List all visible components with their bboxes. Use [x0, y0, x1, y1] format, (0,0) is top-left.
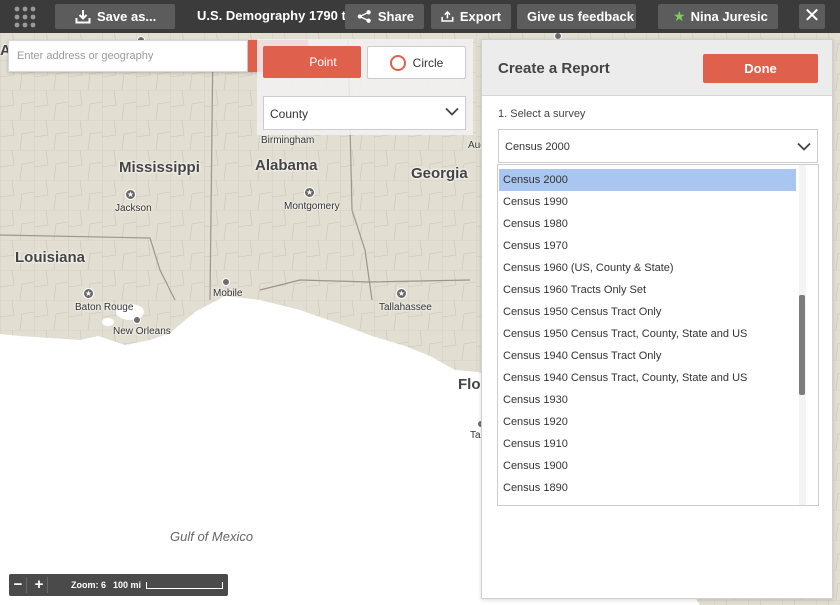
create-report-panel: Create a Report Done 1. Select a survey …: [481, 39, 833, 599]
survey-select-value: Census 2000: [505, 141, 570, 153]
app-title: U.S. Demography 1790 to Present: [197, 8, 347, 23]
capital-star-icon: ★: [83, 288, 94, 299]
zoom-out-button[interactable]: −: [10, 577, 27, 593]
city-label-montgomery: Montgomery: [284, 201, 340, 212]
circle-label: Circle: [412, 55, 444, 70]
survey-option[interactable]: Census 1930: [499, 389, 796, 411]
survey-option[interactable]: Census 1910: [499, 433, 796, 455]
survey-option[interactable]: Census 1890: [499, 477, 796, 499]
city-label-new-orleans: New Orleans: [113, 326, 171, 337]
survey-option[interactable]: Census 2000: [499, 169, 796, 191]
capital-star-icon: ★: [396, 288, 407, 299]
search-input[interactable]: Enter address or geography: [8, 40, 248, 72]
share-button[interactable]: Share: [345, 4, 424, 29]
save-as-label: Save as...: [97, 9, 157, 24]
scale-label: 100 mi: [113, 580, 142, 590]
star-icon: ★: [673, 8, 686, 24]
circle-icon: [389, 54, 406, 71]
state-label-louisiana: Louisiana: [15, 249, 86, 266]
scale-bar: [146, 582, 223, 589]
report-header: Create a Report Done: [482, 40, 832, 96]
survey-option[interactable]: Census 1900: [499, 455, 796, 477]
report-title: Create a Report: [498, 60, 610, 77]
state-label-georgia: Georgia: [411, 165, 468, 182]
apps-grid-icon[interactable]: [14, 6, 36, 28]
zoom-in-button[interactable]: +: [31, 577, 48, 593]
point-button[interactable]: Point: [263, 46, 361, 78]
circle-button[interactable]: Circle: [367, 46, 466, 79]
capital-star-icon: ★: [304, 187, 315, 198]
chevron-down-icon: [445, 107, 459, 116]
chevron-down-icon: [797, 142, 811, 151]
done-button[interactable]: Done: [703, 54, 818, 83]
survey-option[interactable]: Census 1960 Tracts Only Set: [499, 279, 796, 301]
survey-option[interactable]: Census 1920: [499, 411, 796, 433]
survey-label: 1. Select a survey: [498, 108, 586, 120]
point-label: Point: [309, 55, 337, 69]
close-button[interactable]: ✕: [799, 4, 825, 29]
survey-option[interactable]: Census 1950 Census Tract Only: [499, 301, 796, 323]
export-icon: [441, 10, 454, 22]
save-as-button[interactable]: Save as...: [55, 4, 175, 29]
water-label-gulf-of-mexico: Gulf of Mexico: [170, 529, 254, 544]
scrollbar-thumb[interactable]: [799, 295, 805, 395]
download-icon: [75, 10, 91, 24]
share-icon: [357, 10, 371, 23]
zoom-bar: − + Zoom: 6 100 mi: [9, 574, 228, 596]
survey-option[interactable]: Census 1940 Census Tract, County, State …: [499, 367, 796, 389]
export-button[interactable]: Export: [431, 4, 511, 29]
city-marker: [222, 278, 230, 286]
survey-option[interactable]: Census 1960 (US, County & State): [499, 257, 796, 279]
share-label: Share: [377, 9, 414, 24]
survey-option[interactable]: Census 1980: [499, 213, 796, 235]
feedback-button[interactable]: Give us feedback: [517, 4, 636, 29]
state-label-mississippi: Mississippi: [119, 159, 200, 176]
geography-level-select[interactable]: County: [263, 96, 466, 130]
survey-options-list[interactable]: Census 2000 Census 1990 Census 1980 Cens…: [497, 164, 819, 506]
capital-star-icon: ★: [125, 189, 136, 200]
city-label-mobile: Mobile: [213, 288, 243, 299]
survey-select[interactable]: Census 2000: [498, 129, 818, 163]
state-label-alabama: Alabama: [255, 157, 318, 174]
survey-option[interactable]: Census 1950 Census Tract, County, State …: [499, 323, 796, 345]
survey-option[interactable]: Census 1940 Census Tract Only: [499, 345, 796, 367]
survey-option[interactable]: Census 1970: [499, 235, 796, 257]
city-label-tallahassee: Tallahassee: [379, 302, 432, 313]
city-label-birmingham: Birmingham: [261, 135, 315, 146]
survey-option[interactable]: Census 1990: [499, 191, 796, 213]
city-marker: [133, 316, 141, 324]
geography-level-value: County: [270, 107, 309, 121]
city-label-jackson: Jackson: [115, 203, 152, 214]
zoom-level: Zoom: 6: [71, 580, 106, 590]
top-toolbar: Save as... U.S. Demography 1790 to Prese…: [0, 0, 840, 33]
city-label-baton-rouge: Baton Rouge: [75, 302, 133, 313]
user-name: Nina Juresic: [690, 9, 768, 24]
user-account-button[interactable]: ★ Nina Juresic: [658, 4, 778, 29]
export-label: Export: [459, 9, 501, 24]
